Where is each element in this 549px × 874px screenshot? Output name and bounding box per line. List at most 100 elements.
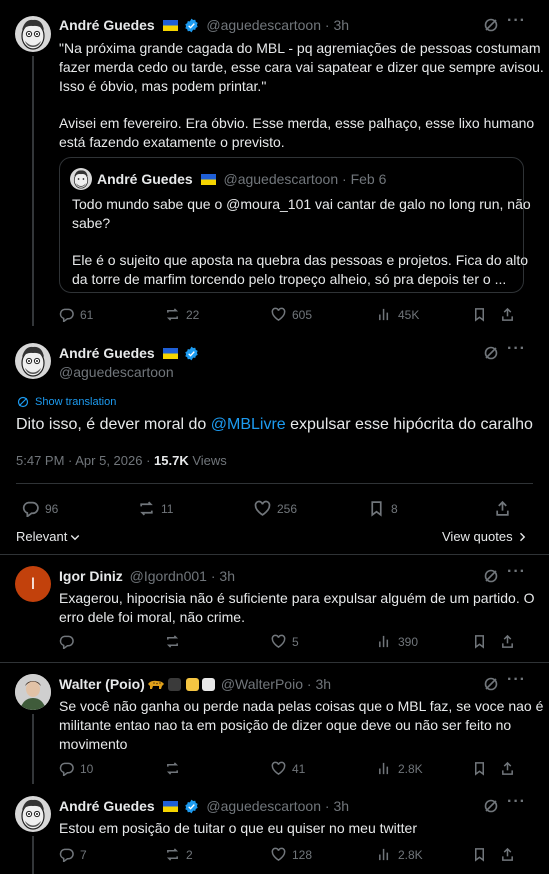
share-button[interactable] — [500, 847, 521, 862]
reply-text: Exagerou, hipocrisia não é suficiente pa… — [59, 590, 535, 625]
avatar[interactable] — [15, 674, 51, 710]
reply-icon — [59, 308, 74, 322]
display-name[interactable]: Walter (Poio) — [59, 676, 145, 692]
grok-icon[interactable] — [483, 345, 499, 364]
view-quotes-link[interactable]: View quotes — [442, 529, 528, 544]
avatar[interactable]: I — [15, 566, 51, 602]
repost-button[interactable]: 22 — [165, 307, 271, 322]
main-tweet-actions: 96 11 256 8 — [22, 500, 527, 517]
repost-button[interactable] — [165, 761, 271, 776]
more-options-icon[interactable]: ··· — [507, 671, 526, 689]
reply-button[interactable]: 10 — [59, 761, 165, 776]
grok-icon[interactable] — [483, 798, 499, 817]
quote-handle: @aguedescartoon — [223, 171, 339, 187]
views-button[interactable]: 2.8K — [377, 847, 472, 862]
reply-button[interactable]: 96 — [22, 500, 138, 517]
share-icon — [496, 500, 509, 516]
avatar[interactable] — [15, 16, 51, 52]
thread-line — [32, 836, 34, 874]
share-button[interactable] — [494, 500, 517, 517]
like-button[interactable]: 605 — [271, 307, 377, 322]
share-icon — [502, 761, 513, 775]
yellow-square-emoji — [185, 677, 199, 691]
bookmark-button[interactable] — [472, 634, 500, 649]
reply-button[interactable] — [59, 634, 165, 649]
chevron-down-icon — [71, 534, 80, 540]
reply-actions: 10 41 2.8K — [59, 761, 524, 776]
avatar-cartoon-face — [15, 16, 51, 52]
bookmark-icon — [371, 501, 382, 517]
more-options-icon[interactable]: ··· — [507, 12, 526, 30]
repost-button[interactable] — [165, 634, 271, 649]
bookmark-icon — [475, 762, 484, 776]
ukraine-flag-icon — [162, 799, 178, 812]
tweet-header: André Guedes @aguedescartoon · 3h — [59, 17, 350, 33]
views-icon — [379, 848, 389, 861]
avatar[interactable] — [15, 343, 51, 379]
bookmark-button[interactable] — [472, 307, 500, 322]
heart-icon — [271, 634, 286, 649]
views-button[interactable]: 45K — [377, 307, 472, 322]
reply-button[interactable]: 61 — [59, 307, 165, 322]
chevron-right-icon — [519, 532, 525, 541]
display-name[interactable]: André Guedes — [59, 345, 155, 361]
share-button[interactable] — [500, 634, 521, 649]
tweet-header: André Guedes — [59, 345, 199, 361]
avatar[interactable] — [15, 796, 51, 832]
heart-icon — [271, 761, 286, 776]
bookmark-icon — [475, 635, 484, 649]
handle[interactable]: @aguedescartoon — [59, 364, 174, 380]
quote-header: André Guedes @aguedescartoon · Feb 6 — [97, 171, 387, 187]
share-button[interactable] — [500, 307, 521, 322]
display-name[interactable]: Igor Diniz — [59, 568, 123, 584]
timestamp[interactable]: 3h — [333, 17, 349, 33]
avatar-cartoon-face — [15, 343, 51, 379]
grok-icon[interactable] — [483, 568, 499, 587]
tweet-actions: 61 22 605 45K — [59, 307, 524, 322]
tweet-text: "Na próxima grande cagada do MBL - pq ag… — [59, 40, 544, 150]
bookmark-button[interactable] — [472, 847, 500, 862]
black-square-emoji — [167, 677, 181, 691]
timestamp[interactable]: 3h — [315, 676, 331, 692]
like-button[interactable]: 41 — [271, 761, 377, 776]
like-button[interactable]: 256 — [254, 500, 368, 517]
repost-icon — [166, 635, 179, 648]
handle[interactable]: @Igordn001 — [130, 568, 207, 584]
bookmark-icon — [475, 848, 484, 862]
post-timestamp[interactable]: 5:47 PM · Apr 5, 2026 · — [16, 453, 154, 468]
handle[interactable]: @aguedescartoon — [206, 798, 321, 814]
sort-dropdown[interactable]: Relevant — [16, 529, 81, 544]
handle[interactable]: @WalterPoio — [221, 676, 303, 692]
reply-header: Walter (Poio) @WalterPoio · 3h — [59, 676, 332, 692]
views-button[interactable]: 2.8K — [377, 761, 472, 776]
handle[interactable]: @aguedescartoon — [206, 17, 321, 33]
repost-button[interactable]: 2 — [165, 847, 271, 862]
more-options-icon[interactable]: ··· — [507, 340, 526, 358]
view-count: 15.7K — [154, 453, 189, 468]
views-button[interactable]: 390 — [377, 634, 472, 649]
like-button[interactable]: 5 — [271, 634, 377, 649]
quoted-tweet[interactable]: André Guedes @aguedescartoon · Feb 6 Tod… — [59, 157, 531, 293]
show-translation-link[interactable]: Show translation — [17, 396, 116, 408]
display-name[interactable]: André Guedes — [59, 17, 155, 33]
views-icon — [379, 762, 389, 775]
reply-button[interactable]: 7 — [59, 847, 165, 862]
more-options-icon[interactable]: ··· — [507, 563, 526, 581]
share-button[interactable] — [500, 761, 521, 776]
timestamp[interactable]: 3h — [333, 798, 349, 814]
display-name[interactable]: André Guedes — [59, 798, 155, 814]
grok-icon[interactable] — [483, 17, 499, 36]
more-options-icon[interactable]: ··· — [507, 793, 526, 811]
mention-link[interactable]: @MBLivre — [211, 416, 286, 433]
like-button[interactable]: 128 — [271, 847, 377, 862]
reply-icon — [22, 501, 39, 517]
grok-icon[interactable] — [483, 676, 499, 695]
reply-icon — [59, 635, 74, 649]
bookmark-button[interactable]: 8 — [368, 500, 494, 517]
bookmark-button[interactable] — [472, 761, 500, 776]
timestamp[interactable]: 3h — [219, 568, 235, 584]
share-icon — [502, 634, 513, 648]
repost-button[interactable]: 11 — [138, 500, 254, 517]
white-square-emoji — [201, 677, 215, 691]
share-icon — [502, 847, 513, 861]
